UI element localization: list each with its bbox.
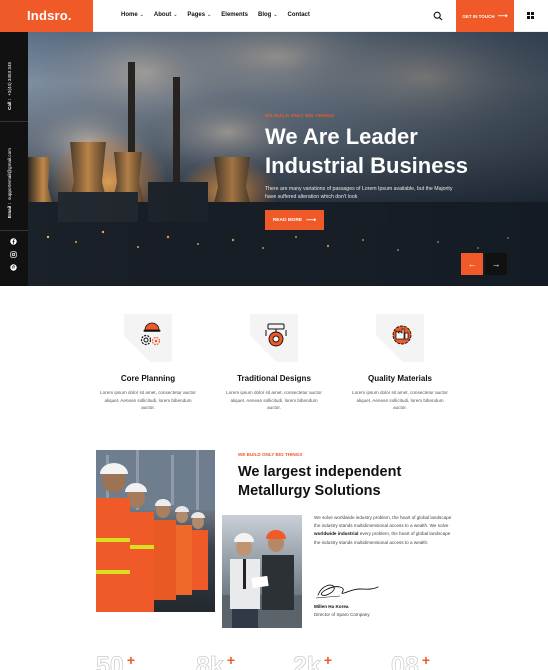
sidebar-divider xyxy=(0,230,28,231)
counter-stat: 08 + xyxy=(391,652,430,670)
get-in-touch-button[interactable]: GET IN TOUCH ⟶ xyxy=(456,0,514,32)
gear-worker-icon xyxy=(140,322,161,346)
signature-image xyxy=(315,584,379,599)
hero-description: There are many variations of passages of… xyxy=(265,186,453,200)
site-header: Indsro. Home ⌄ About ⌄ Pages ⌄ Elements Blo… xyxy=(0,0,548,32)
nav-item-contact[interactable]: Contact xyxy=(288,12,310,18)
about-eyebrow: WE BUILD ONLY BIG THINGS xyxy=(238,452,303,457)
counter-stat: 8k + xyxy=(196,652,235,670)
plus-icon: + xyxy=(226,652,235,668)
facebook-icon[interactable] xyxy=(10,238,17,245)
nav-item-about[interactable]: About ⌄ xyxy=(154,12,178,18)
feature-card-quality-materials: Quality Materials Lorem ipsum dolor sit … xyxy=(335,314,465,412)
nav-item-pages[interactable]: Pages ⌄ xyxy=(187,12,211,18)
email-info[interactable]: Email :supportemail@gmail.com xyxy=(7,148,12,218)
arrow-right-icon: ⟶ xyxy=(497,13,508,20)
grid-menu-icon[interactable] xyxy=(527,12,534,19)
contact-sidebar: Call :+3(44) 3453 345 Email :supportemai… xyxy=(0,32,28,286)
feature-description: Lorem ipsum dolor sit amet, consectetur … xyxy=(100,390,196,410)
read-more-button[interactable]: READ MORE ⟶ xyxy=(265,210,324,230)
slider-next-button[interactable]: → xyxy=(485,253,507,275)
about-description: We solve worldwide industry problem, the… xyxy=(314,515,452,545)
sidebar-divider xyxy=(0,121,28,122)
page: Indsro. Home ⌄ About ⌄ Pages ⌄ Elements Blo… xyxy=(0,0,548,670)
logo[interactable]: Indsro. xyxy=(0,0,93,32)
feature-title: Quality Materials xyxy=(367,374,433,383)
hero-eyebrow: WE BUILD ONLY BIG THINGS xyxy=(265,113,335,118)
arrow-left-icon: ← xyxy=(467,259,477,269)
signer-name: Millen Ha Korea xyxy=(314,604,349,609)
factory-gear-icon xyxy=(392,325,412,345)
pinterest-icon[interactable] xyxy=(10,264,17,271)
nav-item-home[interactable]: Home ⌄ xyxy=(121,12,144,18)
arrow-right-icon: → xyxy=(491,259,501,269)
instagram-icon[interactable] xyxy=(10,251,17,258)
hero-content: WE BUILD ONLY BIG THINGS We Are Leader I… xyxy=(265,113,545,201)
blueprint-gear-icon xyxy=(265,323,287,347)
feature-card-traditional-designs: Traditional Designs Lorem ipsum dolor si… xyxy=(209,314,339,412)
feature-description: Lorem ipsum dolor sit amet, consectetur … xyxy=(352,390,448,410)
feature-card-core-planning: Core Planning Lorem ipsum dolor sit amet… xyxy=(83,314,213,412)
about-title: We largest independent Metallurgy Soluti… xyxy=(238,464,402,499)
nav-item-elements[interactable]: Elements xyxy=(221,12,248,18)
feature-title: Traditional Designs xyxy=(237,374,311,383)
search-icon[interactable] xyxy=(433,11,443,21)
chevron-down-icon: ⌄ xyxy=(139,12,144,18)
feature-description: Lorem ipsum dolor sit amet, consectetur … xyxy=(226,390,322,410)
engineers-photo xyxy=(222,515,302,628)
counter-stat: 50 + xyxy=(96,652,135,670)
plus-icon: + xyxy=(323,652,332,668)
chevron-down-icon: ⌄ xyxy=(273,12,278,18)
chevron-down-icon: ⌄ xyxy=(173,12,178,18)
arrow-right-icon: ⟶ xyxy=(306,217,317,224)
slider-prev-button[interactable]: ← xyxy=(461,253,483,275)
hero-banner: WE BUILD ONLY BIG THINGS We Are Leader I… xyxy=(28,32,548,286)
signer-role: Director of Sparo Company xyxy=(314,612,370,617)
plus-icon: + xyxy=(421,652,430,668)
main-nav: Home ⌄ About ⌄ Pages ⌄ Elements Blog ⌄ Conta… xyxy=(121,12,320,18)
counter-stat: 2k + xyxy=(293,652,332,670)
plus-icon: + xyxy=(126,652,135,668)
feature-title: Core Planning xyxy=(120,374,176,383)
call-info[interactable]: Call :+3(44) 3453 345 xyxy=(7,62,12,110)
chevron-down-icon: ⌄ xyxy=(207,12,212,18)
nav-item-blog[interactable]: Blog ⌄ xyxy=(258,12,278,18)
hero-title: We Are Leader Industrial Business xyxy=(265,124,468,178)
workers-photo xyxy=(96,450,215,612)
